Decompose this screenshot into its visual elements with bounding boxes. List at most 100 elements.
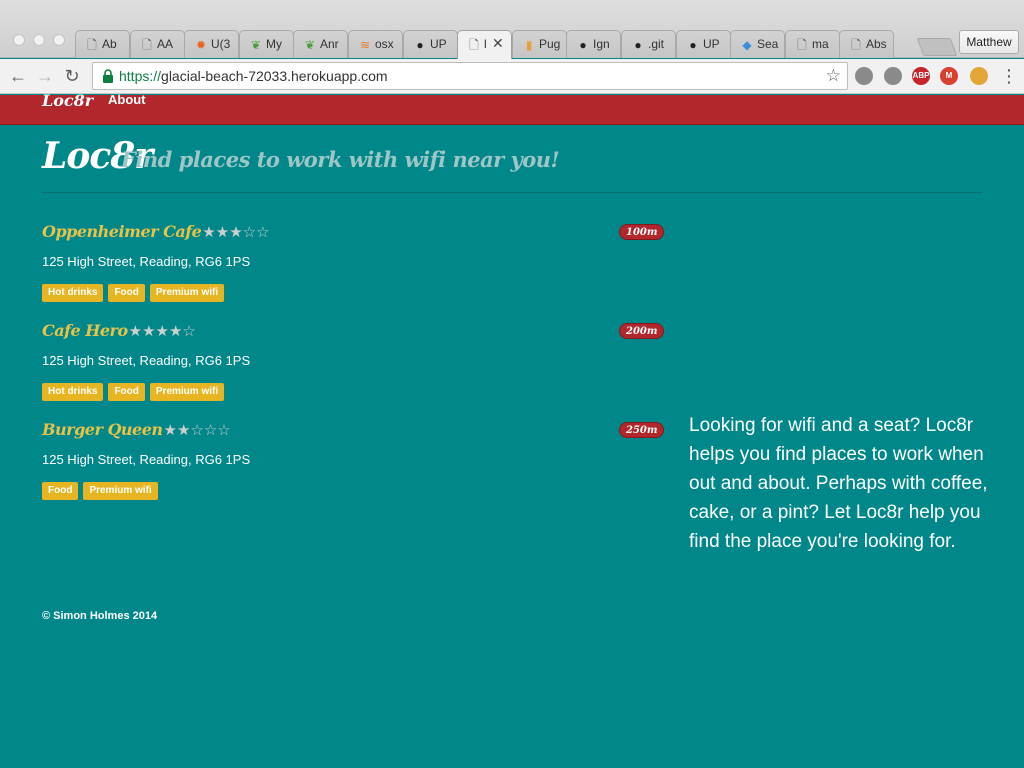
browser-tab[interactable]: 🗋 Abs	[839, 30, 894, 58]
tab-label: osx	[375, 37, 394, 51]
browser-tab[interactable]: 🗋 ma	[785, 30, 840, 58]
stack-icon: ≋	[359, 38, 371, 52]
browser-tab[interactable]: ● UP	[403, 30, 458, 58]
page-header: Loc8r Find places to work with wifi near…	[42, 135, 982, 193]
maps-icon: ◆	[742, 38, 752, 52]
tab-label: Ign	[593, 37, 610, 51]
momentum-icon[interactable]: M	[940, 67, 958, 85]
location-item: Cafe Hero★★★★☆ 200m 125 High Street, Readi…	[42, 321, 665, 411]
page: Loc8r About Loc8r Find places to work wi…	[0, 91, 1024, 768]
location-name-row: Cafe Hero★★★★☆	[42, 321, 196, 340]
tab-label: U(3	[211, 37, 231, 51]
minimize-window-button[interactable]	[33, 34, 45, 46]
bookmark-star-icon[interactable]: ☆	[826, 66, 841, 86]
document-icon: 🗋	[142, 38, 152, 52]
rating-stars: ★★★★☆	[128, 322, 196, 340]
tab-label: AA	[157, 37, 174, 51]
owl-icon[interactable]	[970, 67, 988, 85]
browser-tab[interactable]: ● UP	[676, 30, 731, 58]
tab-label: ma	[812, 37, 829, 51]
location-item: Burger Queen★★☆☆☆ 250m 125 High Street, Re…	[42, 420, 665, 510]
tab-label: Anr	[320, 37, 339, 51]
facility-tag: Hot drinks	[42, 383, 104, 401]
distance-badge: 250m	[619, 422, 665, 438]
back-icon[interactable]: ←	[6, 64, 30, 88]
document-icon: 🗋	[797, 38, 807, 52]
sidebar-text: Looking for wifi and a seat? Loc8r helps…	[689, 415, 988, 552]
url-host: glacial-beach-72033.herokuapp.com	[161, 68, 388, 84]
browser-tab[interactable]: ❦ My	[239, 30, 294, 58]
tab-label: Abs	[866, 37, 887, 51]
profile-button[interactable]: Matthew	[959, 30, 1019, 54]
browser-tab[interactable]: ● Ign	[566, 30, 621, 58]
adblock-icon[interactable]: ABP	[912, 67, 930, 85]
facility-tag: Food	[108, 383, 145, 401]
site-navbar: Loc8r About	[0, 91, 1024, 125]
github-icon: ●	[634, 38, 642, 52]
facility-tag: Hot drinks	[42, 284, 104, 302]
facility-tag: Food	[108, 284, 145, 302]
bars-icon: ▮	[525, 38, 533, 52]
tab-label: UP	[703, 37, 720, 51]
tab-label: Ab	[102, 37, 117, 51]
location-name-row: Oppenheimer Cafe★★★☆☆	[42, 222, 270, 241]
distance-badge: 200m	[619, 323, 665, 339]
github-icon: ●	[579, 38, 587, 52]
browser-toolbar: ← → ↻ https://glacial-beach-72033.heroku…	[0, 59, 1024, 94]
footer-copyright: © Simon Holmes 2014	[42, 610, 158, 622]
browser-tab[interactable]: 🗋 Ab	[75, 30, 130, 58]
menu-dots-icon[interactable]: ⋮	[1000, 64, 1018, 88]
navbar-brand[interactable]: Loc8r	[42, 91, 93, 110]
rating-stars: ★★★☆☆	[202, 223, 270, 241]
tab-strip: 🗋 Ab 🗋 AA ✹ U(3 ❦ My ❦ Anr ≋ osx ● UP 🗋 l ✕ ▮ Pug ● Ign ● .git…	[75, 30, 955, 59]
forward-icon[interactable]: →	[33, 64, 57, 88]
tab-label: Sea	[757, 37, 779, 51]
location-name-link[interactable]: Oppenheimer Cafe	[42, 222, 202, 241]
document-icon: 🗋	[87, 38, 97, 52]
close-tab-icon[interactable]: ✕	[492, 35, 504, 52]
drive-icon[interactable]	[855, 67, 873, 85]
facility-tag: Premium wifi	[83, 482, 158, 500]
github-icon: ●	[689, 38, 697, 52]
location-address: 125 High Street, Reading, RG6 1PS	[42, 353, 251, 368]
address-bar[interactable]: https://glacial-beach-72033.herokuapp.co…	[92, 62, 848, 90]
leaf-icon: ❦	[304, 38, 316, 52]
lock-icon	[103, 69, 113, 83]
browser-tab[interactable]: 🗋 AA	[130, 30, 185, 58]
zoom-window-button[interactable]	[53, 34, 65, 46]
facility-tag: Food	[42, 482, 79, 500]
document-icon: 🗋	[851, 38, 861, 52]
location-name-link[interactable]: Burger Queen	[42, 420, 163, 439]
nav-about-link[interactable]: About	[108, 92, 146, 107]
facilities-list: Hot drinks Food Premium wifi	[42, 383, 225, 401]
rating-stars: ★★☆☆☆	[163, 421, 231, 439]
tab-label: UP	[430, 37, 447, 51]
location-name-link[interactable]: Cafe Hero	[42, 321, 128, 340]
dropbox-icon[interactable]	[884, 67, 902, 85]
distance-badge: 100m	[619, 224, 665, 240]
url-text: https://glacial-beach-72033.herokuapp.co…	[119, 68, 388, 84]
browser-tab[interactable]: ≋ osx	[348, 30, 403, 58]
facilities-list: Food Premium wifi	[42, 482, 158, 500]
tab-label: Pug	[539, 37, 561, 51]
facility-tag: Premium wifi	[149, 383, 225, 401]
location-name-row: Burger Queen★★☆☆☆	[42, 420, 231, 439]
gear-icon: ✹	[195, 38, 207, 52]
location-item: Oppenheimer Cafe★★★☆☆ 100m 125 High Street…	[42, 222, 665, 312]
location-address: 125 High Street, Reading, RG6 1PS	[42, 452, 251, 467]
new-tab-button[interactable]	[916, 38, 958, 56]
close-window-button[interactable]	[13, 34, 25, 46]
facility-tag: Premium wifi	[149, 284, 225, 302]
browser-tab[interactable]: ● .git	[621, 30, 676, 58]
browser-tab[interactable]: ✹ U(3	[184, 30, 239, 58]
location-address: 125 High Street, Reading, RG6 1PS	[42, 254, 251, 269]
tab-label: .git	[648, 37, 665, 51]
browser-tab[interactable]: ❦ Anr	[293, 30, 348, 58]
browser-tab[interactable]: 🗋 l ✕	[457, 30, 512, 59]
browser-tab[interactable]: ◆ Sea	[730, 30, 785, 58]
reload-icon[interactable]: ↻	[60, 64, 84, 88]
leaf-icon: ❦	[250, 38, 262, 52]
facilities-list: Hot drinks Food Premium wifi	[42, 284, 225, 302]
tab-label: My	[266, 37, 282, 51]
browser-tab[interactable]: ▮ Pug	[512, 30, 567, 58]
